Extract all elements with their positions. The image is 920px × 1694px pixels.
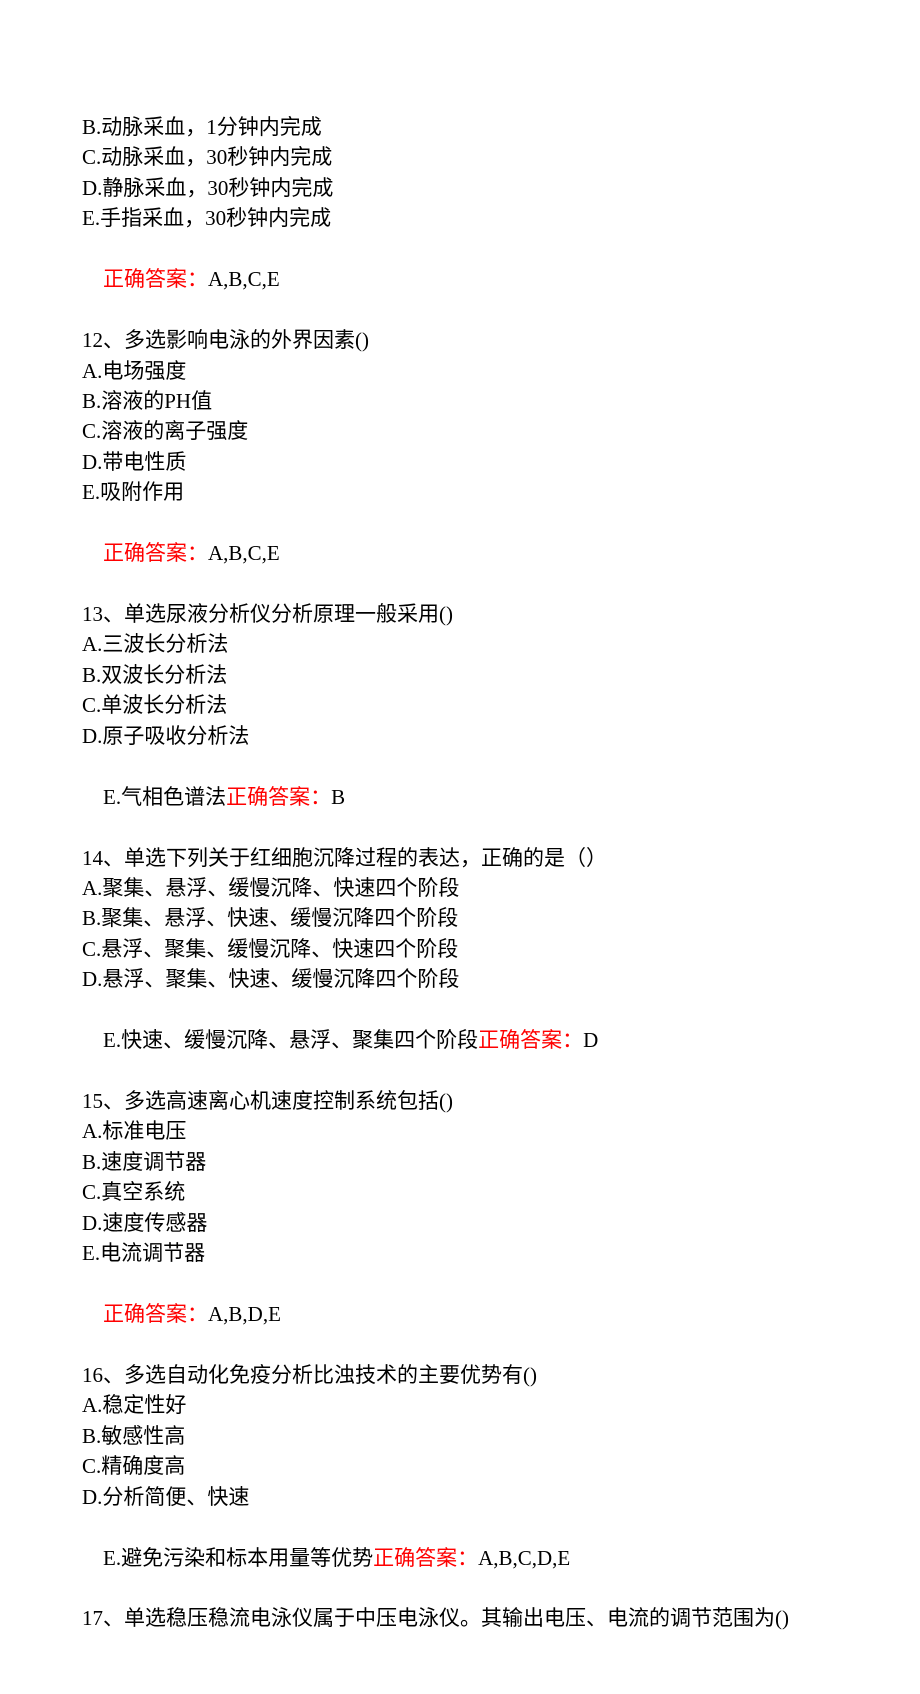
q12-answer-label: 正确答案： [103,541,208,565]
q12-option-e: E.吸附作用 [82,477,838,507]
q15-option-c: C.真空系统 [82,1177,838,1207]
q11-answer-line: 正确答案：A,B,C,E [82,234,838,325]
q12-option-d: D.带电性质 [82,447,838,477]
q15-answer-label: 正确答案： [103,1302,208,1326]
q16-option-b: B.敏感性高 [82,1421,838,1451]
q11-answer-label: 正确答案： [103,267,208,291]
q13-option-a: A.三波长分析法 [82,629,838,659]
q13-option-e-and-answer: E.气相色谱法正确答案：B [82,751,838,842]
q13-option-b: B.双波长分析法 [82,660,838,690]
q17-stem: 17、单选稳压稳流电泳仪属于中压电泳仪。其输出电压、电流的调节范围为() [82,1603,838,1633]
q11-option-b: B.动脉采血，1分钟内完成 [82,112,838,142]
q15-option-b: B.速度调节器 [82,1147,838,1177]
q14-option-d: D.悬浮、聚集、快速、缓慢沉降四个阶段 [82,964,838,994]
q12-stem: 12、多选影响电泳的外界因素() [82,325,838,355]
q13-answer-label: 正确答案： [226,785,331,809]
q14-stem: 14、单选下列关于红细胞沉降过程的表达，正确的是（） [82,843,838,873]
q12-option-c: C.溶液的离子强度 [82,416,838,446]
q15-answer-line: 正确答案：A,B,D,E [82,1269,838,1360]
q15-answer-value: A,B,D,E [208,1302,281,1326]
q12-option-a: A.电场强度 [82,356,838,386]
q14-option-b: B.聚集、悬浮、快速、缓慢沉降四个阶段 [82,903,838,933]
q15-option-d: D.速度传感器 [82,1208,838,1238]
document-page: B.动脉采血，1分钟内完成 C.动脉采血，30秒钟内完成 D.静脉采血，30秒钟… [0,0,920,1694]
q16-option-e-and-answer: E.避免污染和标本用量等优势正确答案：A,B,C,D,E [82,1512,838,1603]
q15-option-a: A.标准电压 [82,1116,838,1146]
q13-answer-value: B [331,785,345,809]
q11-answer-value: A,B,C,E [208,267,280,291]
q13-option-e-prefix: E.气相色谱法 [103,785,226,809]
q16-answer-value: A,B,C,D,E [478,1546,570,1570]
q12-answer-line: 正确答案：A,B,C,E [82,508,838,599]
q16-option-c: C.精确度高 [82,1451,838,1481]
q11-option-d: D.静脉采血，30秒钟内完成 [82,173,838,203]
q11-option-e: E.手指采血，30秒钟内完成 [82,203,838,233]
q16-option-a: A.稳定性好 [82,1390,838,1420]
q15-option-e: E.电流调节器 [82,1238,838,1268]
q14-answer-label: 正确答案： [478,1028,583,1052]
q11-option-c: C.动脉采血，30秒钟内完成 [82,142,838,172]
q13-option-c: C.单波长分析法 [82,690,838,720]
q16-answer-label: 正确答案： [373,1546,478,1570]
q14-answer-value: D [583,1028,598,1052]
q16-option-d: D.分析简便、快速 [82,1482,838,1512]
q12-answer-value: A,B,C,E [208,541,280,565]
q14-option-c: C.悬浮、聚集、缓慢沉降、快速四个阶段 [82,934,838,964]
q14-option-e-prefix: E.快速、缓慢沉降、悬浮、聚集四个阶段 [103,1028,478,1052]
q16-option-e-prefix: E.避免污染和标本用量等优势 [103,1546,373,1570]
q16-stem: 16、多选自动化免疫分析比浊技术的主要优势有() [82,1360,838,1390]
q14-option-a: A.聚集、悬浮、缓慢沉降、快速四个阶段 [82,873,838,903]
q13-stem: 13、单选尿液分析仪分析原理一般采用() [82,599,838,629]
q13-option-d: D.原子吸收分析法 [82,721,838,751]
q15-stem: 15、多选高速离心机速度控制系统包括() [82,1086,838,1116]
q12-option-b: B.溶液的PH值 [82,386,838,416]
q14-option-e-and-answer: E.快速、缓慢沉降、悬浮、聚集四个阶段正确答案：D [82,995,838,1086]
